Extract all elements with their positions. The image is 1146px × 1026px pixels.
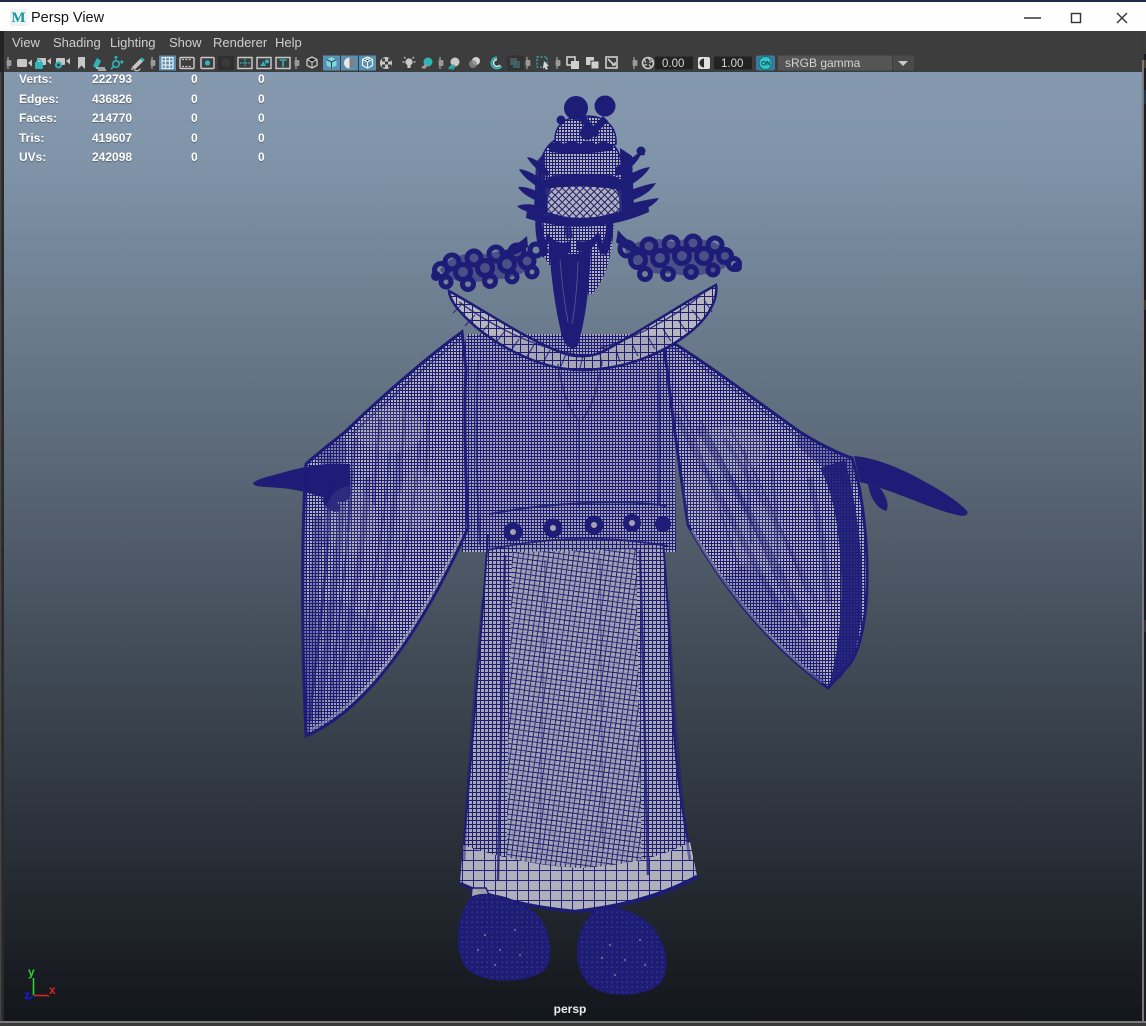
- svg-text:ON: ON: [761, 61, 771, 68]
- svg-text:sRGB gamma: sRGB gamma: [785, 56, 861, 70]
- svg-text:0.00: 0.00: [662, 58, 684, 70]
- svg-text:1.00: 1.00: [721, 58, 743, 70]
- svg-text:z: z: [24, 988, 30, 1002]
- svg-text:y: y: [28, 965, 35, 979]
- svg-text:x: x: [49, 983, 56, 997]
